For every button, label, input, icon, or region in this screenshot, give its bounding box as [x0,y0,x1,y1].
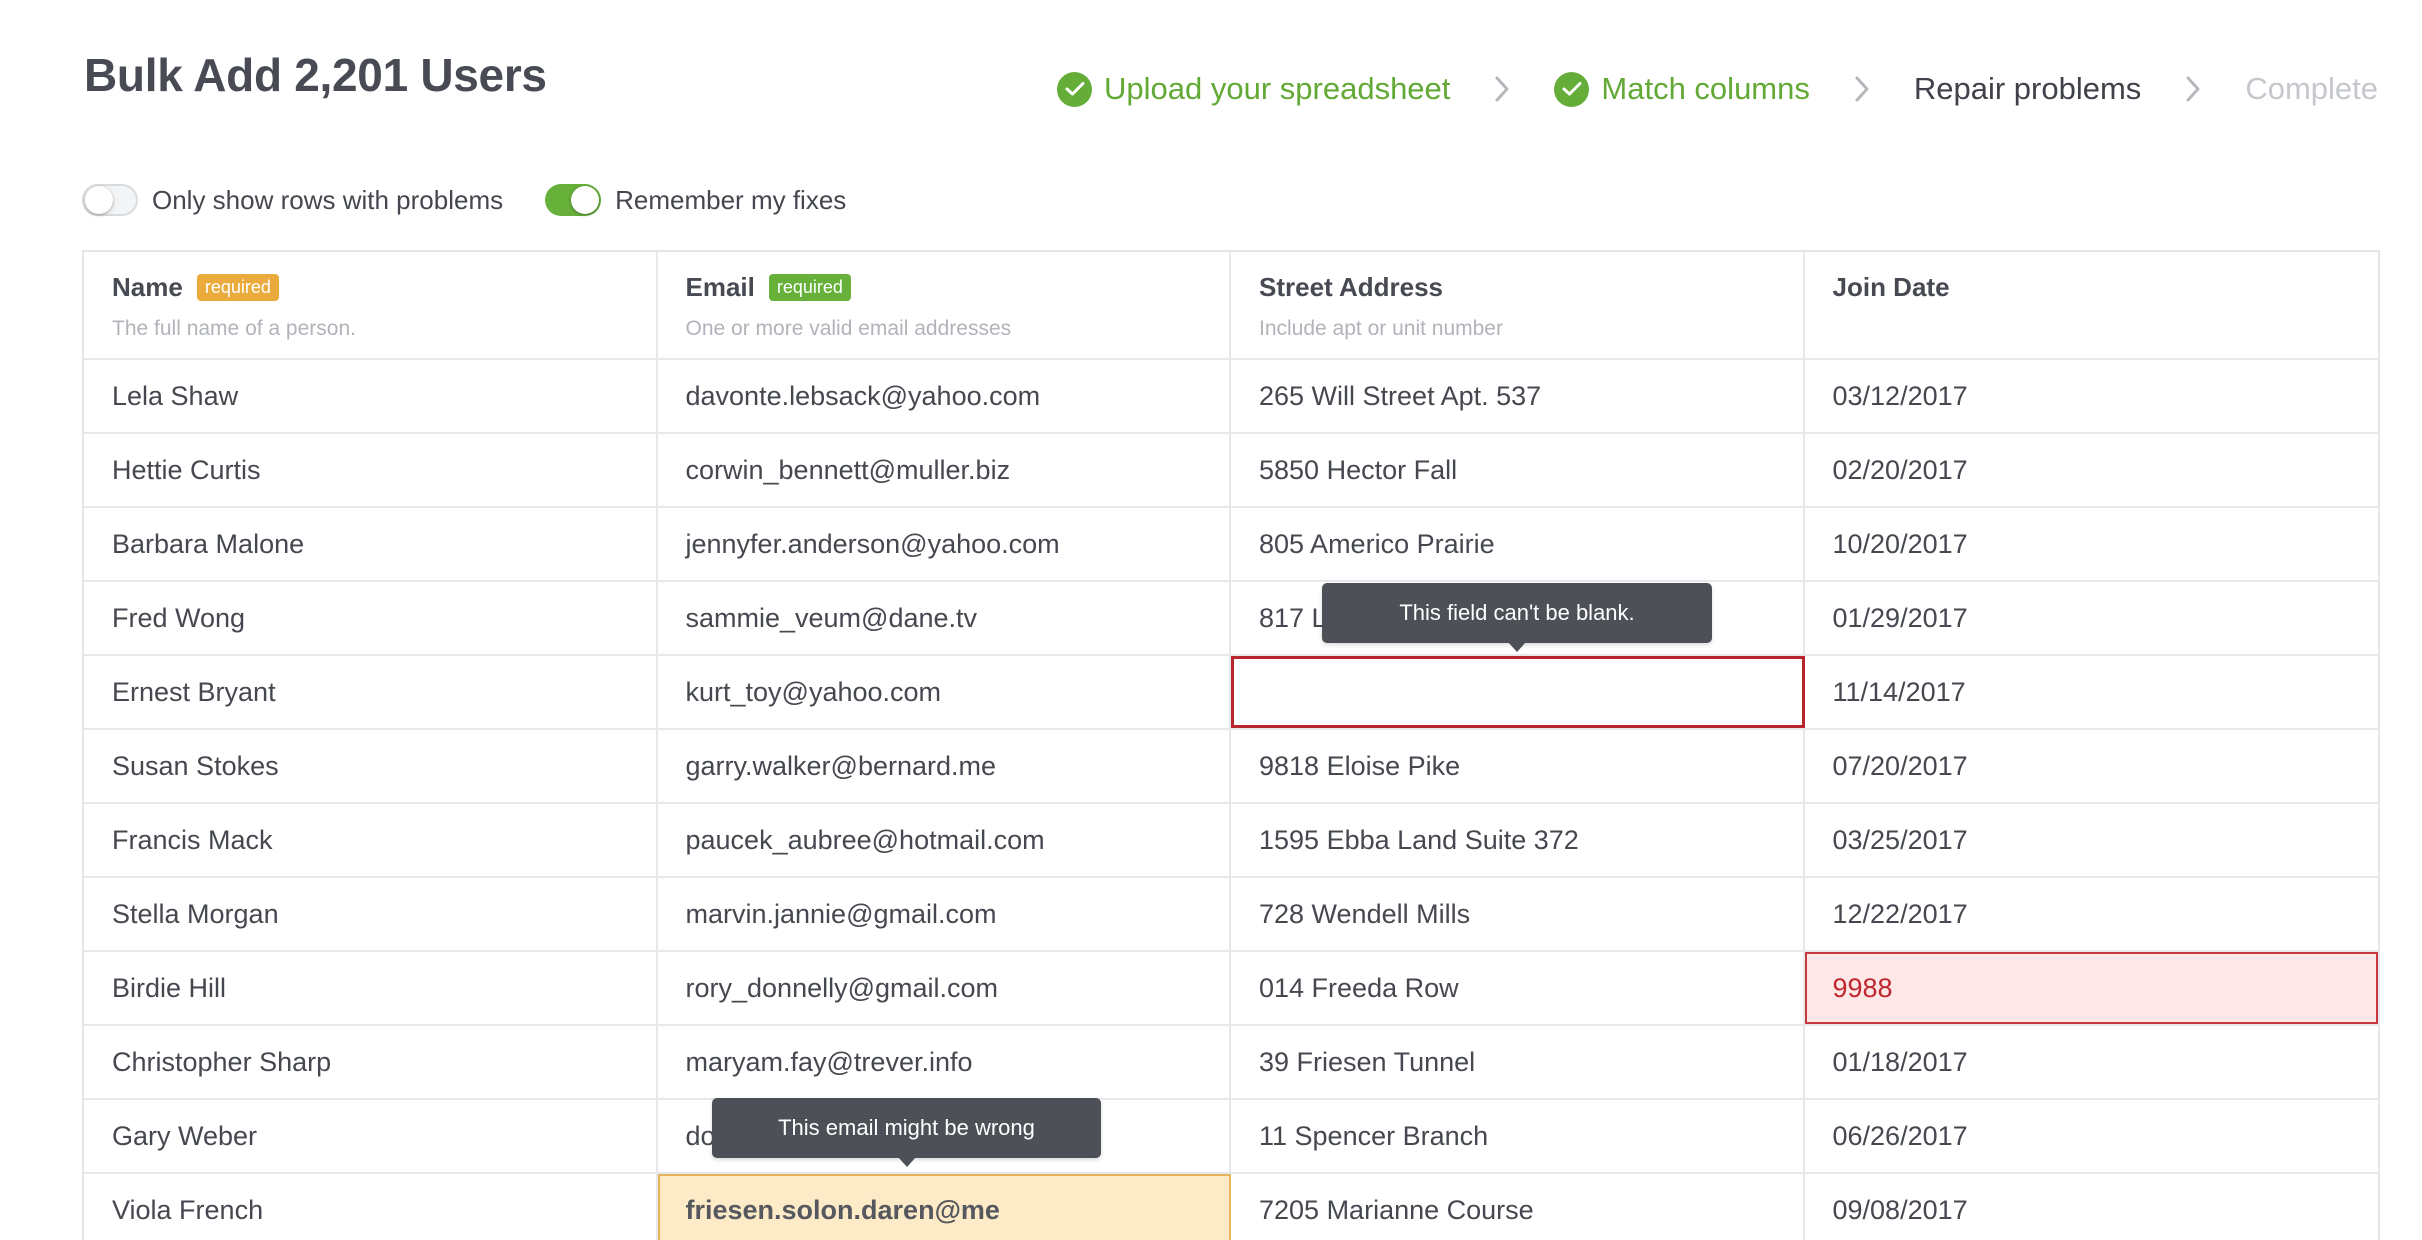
cell-name[interactable]: Gary Weber [84,1100,658,1172]
cell-name[interactable]: Viola French [84,1174,658,1240]
table-row: Stella Morgan marvin.jannie@gmail.com 72… [84,878,2378,952]
cell-email[interactable]: marvin.jannie@gmail.com [658,878,1231,950]
cell-join-date[interactable]: 11/14/2017 [1805,656,2379,728]
chevron-right-icon [1450,75,1554,103]
step-repair-problems[interactable]: Repair problems [1914,71,2141,107]
table-row: Ernest Bryant kurt_toy@yahoo.com 11/14/2… [84,656,2378,730]
cell-join-date-error[interactable]: 9988 [1804,952,2378,1024]
toggle-knob [571,186,600,214]
cell-email[interactable]: rory_donnelly@gmail.com [658,952,1231,1024]
cell-email[interactable]: kurt_toy@yahoo.com [658,656,1231,728]
cell-name[interactable]: Christopher Sharp [84,1026,658,1098]
chevron-right-icon [1810,75,1914,103]
table-header-row: Name required The full name of a person. … [84,252,2378,360]
column-description: One or more valid email addresses [685,317,1012,340]
step-label: Match columns [1601,71,1810,106]
column-header-join-date[interactable]: Join Date [1805,252,2379,358]
check-circle-icon [1554,71,1590,107]
step-match-columns[interactable]: Match columns [1554,71,1810,107]
cell-join-date[interactable]: 12/22/2017 [1805,878,2379,950]
cell-join-date[interactable]: 02/20/2017 [1805,434,2379,506]
cell-name[interactable]: Stella Morgan [84,878,658,950]
cell-email[interactable]: maryam.fay@trever.info [658,1026,1231,1098]
cell-join-date[interactable]: 10/20/2017 [1805,508,2379,580]
cell-street-address[interactable]: 805 Americo Prairie [1231,508,1805,580]
toggle-knob [85,186,113,214]
toggle-label: Only show rows with problems [152,184,504,215]
chevron-right-icon [2141,75,2245,103]
cell-name[interactable]: Susan Stokes [84,730,658,802]
cell-join-date[interactable]: 09/08/2017 [1805,1174,2379,1240]
step-complete: Complete [2245,71,2378,107]
cell-name[interactable]: Hettie Curtis [84,434,658,506]
toggle-switch-on[interactable] [545,184,602,216]
step-label: Repair problems [1913,71,2142,106]
table-row: Hettie Curtis corwin_bennett@muller.biz … [84,434,2378,508]
cell-name[interactable]: Fred Wong [84,582,658,654]
cell-email[interactable]: davonte.lebsack@yahoo.com [658,360,1231,432]
page-title: Bulk Add 2,201 Users [84,49,547,101]
cell-join-date[interactable]: 03/25/2017 [1805,804,2379,876]
table-row: Gary Weber do 11 Spencer Branch 06/26/20… [84,1100,2378,1174]
table-row: Lela Shaw davonte.lebsack@yahoo.com 265 … [84,360,2378,434]
cell-email-warning[interactable]: friesen.solon.daren@me [657,1174,1231,1240]
filter-toggles: Only show rows with problems Remember my… [82,180,888,220]
table-row: Fred Wong sammie_veum@dane.tv 817 L 01/2… [84,582,2378,656]
error-tooltip: This field can't be blank. [1322,583,1712,652]
cell-name[interactable]: Birdie Hill [84,952,658,1024]
cell-join-date[interactable]: 01/18/2017 [1805,1026,2379,1098]
cell-join-date[interactable]: 06/26/2017 [1805,1100,2379,1172]
step-label: Upload your spreadsheet [1104,71,1451,106]
step-label: Complete [2245,71,2378,106]
column-header-name[interactable]: Name required The full name of a person. [84,252,658,358]
cell-street-address[interactable]: 39 Friesen Tunnel [1231,1026,1805,1098]
column-title: Street Address [1259,272,1443,302]
progress-steps: Upload your spreadsheet Match columns Re… [1057,66,2378,112]
cell-street-address[interactable]: 9818 Eloise Pike [1231,730,1805,802]
cell-name[interactable]: Francis Mack [84,804,658,876]
required-badge: required [196,274,279,301]
cell-street-address-error[interactable] [1231,656,1805,728]
column-header-email[interactable]: Email required One or more valid email ad… [658,252,1231,358]
toggle-switch-off[interactable] [82,184,138,216]
cell-street-address[interactable]: 728 Wendell Mills [1231,878,1805,950]
column-description: The full name of a person. [112,317,356,340]
check-circle-icon [1057,71,1093,107]
cell-join-date[interactable]: 07/20/2017 [1805,730,2379,802]
cell-street-address[interactable]: 265 Will Street Apt. 537 [1231,360,1805,432]
cell-street-address[interactable]: 014 Freeda Row [1231,952,1805,1024]
toggle-label: Remember my fixes [615,184,847,215]
table-row: Viola French friesen.solon.daren@me 7205… [84,1174,2378,1240]
column-title: Email [685,272,755,302]
cell-join-date[interactable]: 01/29/2017 [1805,582,2379,654]
table-row: Francis Mack paucek_aubree@hotmail.com 1… [84,804,2378,878]
table-row: Christopher Sharp maryam.fay@trever.info… [84,1026,2378,1100]
data-grid: Name required The full name of a person. … [82,250,2380,1240]
column-description: Include apt or unit number [1259,317,1503,340]
column-title: Join Date [1832,272,1950,302]
column-title: Name [112,272,183,302]
cell-street-address[interactable]: 11 Spencer Branch [1231,1100,1805,1172]
required-badge: required [768,274,851,301]
column-header-street-address[interactable]: Street Address Include apt or unit numbe… [1231,252,1805,358]
toggle-remember-fixes[interactable]: Remember my fixes [545,184,846,216]
cell-name[interactable]: Lela Shaw [84,360,658,432]
toggle-problems-only[interactable]: Only show rows with problems [82,184,503,216]
step-upload[interactable]: Upload your spreadsheet [1057,71,1450,107]
cell-street-address[interactable]: 1595 Ebba Land Suite 372 [1231,804,1805,876]
cell-email[interactable]: paucek_aubree@hotmail.com [658,804,1231,876]
cell-email[interactable]: jennyfer.anderson@yahoo.com [658,508,1231,580]
warning-tooltip: This email might be wrong [712,1098,1101,1167]
cell-street-address[interactable]: 7205 Marianne Course [1231,1174,1805,1240]
cell-email[interactable]: sammie_veum@dane.tv [658,582,1231,654]
cell-email[interactable]: garry.walker@bernard.me [658,730,1231,802]
cell-join-date[interactable]: 03/12/2017 [1805,360,2379,432]
cell-email[interactable]: corwin_bennett@muller.biz [658,434,1231,506]
table-row: Barbara Malone jennyfer.anderson@yahoo.c… [84,508,2378,582]
table-row: Susan Stokes garry.walker@bernard.me 981… [84,730,2378,804]
table-row: Birdie Hill rory_donnelly@gmail.com 014 … [84,952,2378,1026]
cell-name[interactable]: Barbara Malone [84,508,658,580]
cell-street-address[interactable]: 5850 Hector Fall [1231,434,1805,506]
cell-name[interactable]: Ernest Bryant [84,656,658,728]
